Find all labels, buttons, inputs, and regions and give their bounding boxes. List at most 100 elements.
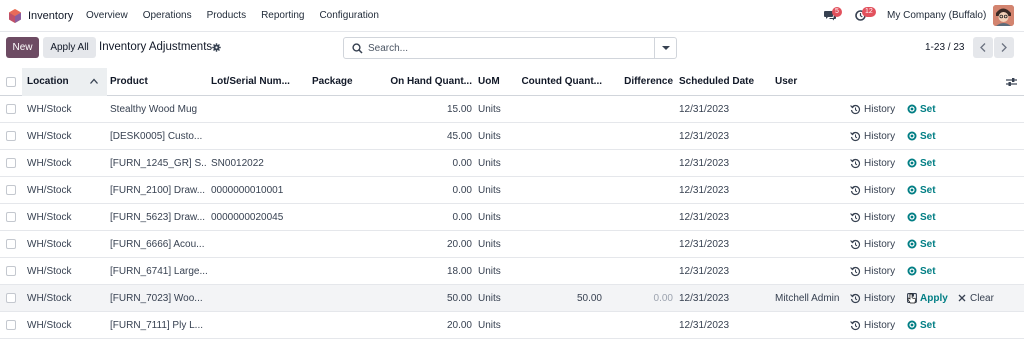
chevron-left-icon [980,43,986,52]
table-row[interactable]: WH/Stock [FURN_7023] Woo... 50.00 Units 50.0… [0,285,1024,312]
pager-value[interactable]: 1-23 / 23 [925,42,964,53]
apply-label: Apply [920,293,948,304]
history-label: History [864,239,896,250]
cell-uom: Units [478,293,501,304]
select-all-checkbox[interactable] [6,77,16,87]
column-header-lot-serial[interactable]: Lot/Serial Num... [211,76,306,87]
column-header-counted[interactable]: Counted Quant... [518,76,602,87]
table-header: Location Product Lot/Serial Num... Packa… [0,68,1024,96]
table-row[interactable]: WH/Stock [FURN_5623] Draw... 0000000020045… [0,204,1024,231]
search-options-toggle[interactable] [654,38,676,58]
column-header-user[interactable]: User [775,76,835,87]
cell-on-hand: 20.00 [446,320,472,331]
cell-location: WH/Stock [27,158,72,169]
cell-scheduled-date: 12/31/2023 [679,320,730,331]
row-checkbox[interactable] [6,320,16,330]
set-label: Set [920,320,936,331]
row-checkbox[interactable] [6,185,16,195]
cell-on-hand: 15.00 [446,104,472,115]
set-label: Set [920,104,936,115]
cell-scheduled-date: 12/31/2023 [679,266,730,277]
cell-product: [FURN_7111] Ply L... [110,320,203,331]
column-header-uom[interactable]: UoM [478,76,518,87]
history-icon [850,104,861,115]
set-label: Set [920,131,936,142]
set-label: Set [920,266,936,277]
table-row[interactable]: WH/Stock Stealthy Wood Mug 15.00 Units 12/31… [0,96,1024,123]
chevron-right-icon [1001,43,1007,52]
cell-location: WH/Stock [27,320,72,331]
cell-location: WH/Stock [27,131,72,142]
history-icon [850,320,861,331]
sort-ascending-icon[interactable] [90,78,98,84]
cell-uom: Units [478,239,501,250]
table-row[interactable]: WH/Stock [FURN_6666] Acou... 20.00 Units 12/… [0,231,1024,258]
cell-product: [FURN_2100] Draw... [110,185,206,196]
row-checkbox[interactable] [6,212,16,222]
cell-on-hand: 0.00 [452,212,472,223]
cell-on-hand: 45.00 [446,131,472,142]
menu-reporting[interactable]: Reporting [261,10,304,21]
cell-uom: Units [478,131,501,142]
inventory-app-logo-icon[interactable] [8,9,22,23]
cell-uom: Units [478,185,501,196]
pager-previous-button[interactable] [973,37,993,58]
column-header-location[interactable]: Location [27,76,87,87]
cell-product: [DESK0005] Custo... [110,131,203,142]
cell-uom: Units [478,266,501,277]
clear-label: Clear [970,293,994,304]
search-input[interactable] [368,40,648,56]
close-x-icon [958,294,966,302]
row-checkbox[interactable] [6,104,16,114]
apply-all-button[interactable]: Apply All [43,37,96,58]
menu-overview[interactable]: Overview [86,10,128,21]
menu-configuration[interactable]: Configuration [319,10,378,21]
row-checkbox[interactable] [6,239,16,249]
company-switcher[interactable]: My Company (Buffalo) [887,10,986,21]
cell-on-hand: 50.00 [446,293,472,304]
table-row[interactable]: WH/Stock [DESK0005] Custo... 45.00 Units 12/… [0,123,1024,150]
menu-operations[interactable]: Operations [143,10,192,21]
user-avatar[interactable] [993,5,1014,26]
cell-location: WH/Stock [27,239,72,250]
messages-count-badge: 5 [832,7,842,17]
table-row[interactable]: WH/Stock [FURN_1245_GR] S... SN0012022 0.00… [0,150,1024,177]
history-label: History [864,320,896,331]
cell-uom: Units [478,212,501,223]
column-header-package[interactable]: Package [312,76,382,87]
cell-counted[interactable]: 50.00 [518,293,602,304]
row-checkbox[interactable] [6,293,16,303]
cell-product: Stealthy Wood Mug [110,104,198,115]
cell-difference: 0.00 [653,293,673,304]
row-checkbox[interactable] [6,158,16,168]
column-header-scheduled-date[interactable]: Scheduled Date [679,76,769,87]
new-button[interactable]: New [6,37,39,58]
cell-scheduled-date: 12/31/2023 [679,212,730,223]
table-row[interactable]: WH/Stock [FURN_6741] Large... 18.00 Units 12… [0,258,1024,285]
column-header-on-hand[interactable]: On Hand Quant... [385,76,472,87]
row-checkbox[interactable] [6,131,16,141]
table-row[interactable]: WH/Stock [FURN_2100] Draw... 0000000010001… [0,177,1024,204]
history-icon [850,131,861,142]
cell-uom: Units [478,104,501,115]
row-checkbox[interactable] [6,266,16,276]
app-name[interactable]: Inventory [28,10,73,22]
cell-uom: Units [478,320,501,331]
cell-scheduled-date: 12/31/2023 [679,293,730,304]
cell-scheduled-date: 12/31/2023 [679,185,730,196]
column-header-difference[interactable]: Difference [608,76,673,87]
optional-columns-sliders-icon[interactable] [1006,77,1017,87]
cell-product: [FURN_6666] Acou... [110,239,205,250]
cell-uom: Units [478,158,501,169]
column-header-product[interactable]: Product [110,76,205,87]
cell-location: WH/Stock [27,185,72,196]
history-label: History [864,131,896,142]
set-target-icon [907,266,917,276]
history-label: History [864,104,896,115]
cell-on-hand: 0.00 [452,158,472,169]
table-row[interactable]: WH/Stock [FURN_7111] Ply L... 20.00 Units 12… [0,312,1024,339]
pager-next-button[interactable] [994,37,1014,58]
history-icon [850,185,861,196]
menu-products[interactable]: Products [207,10,246,21]
gear-icon[interactable] [212,43,221,52]
